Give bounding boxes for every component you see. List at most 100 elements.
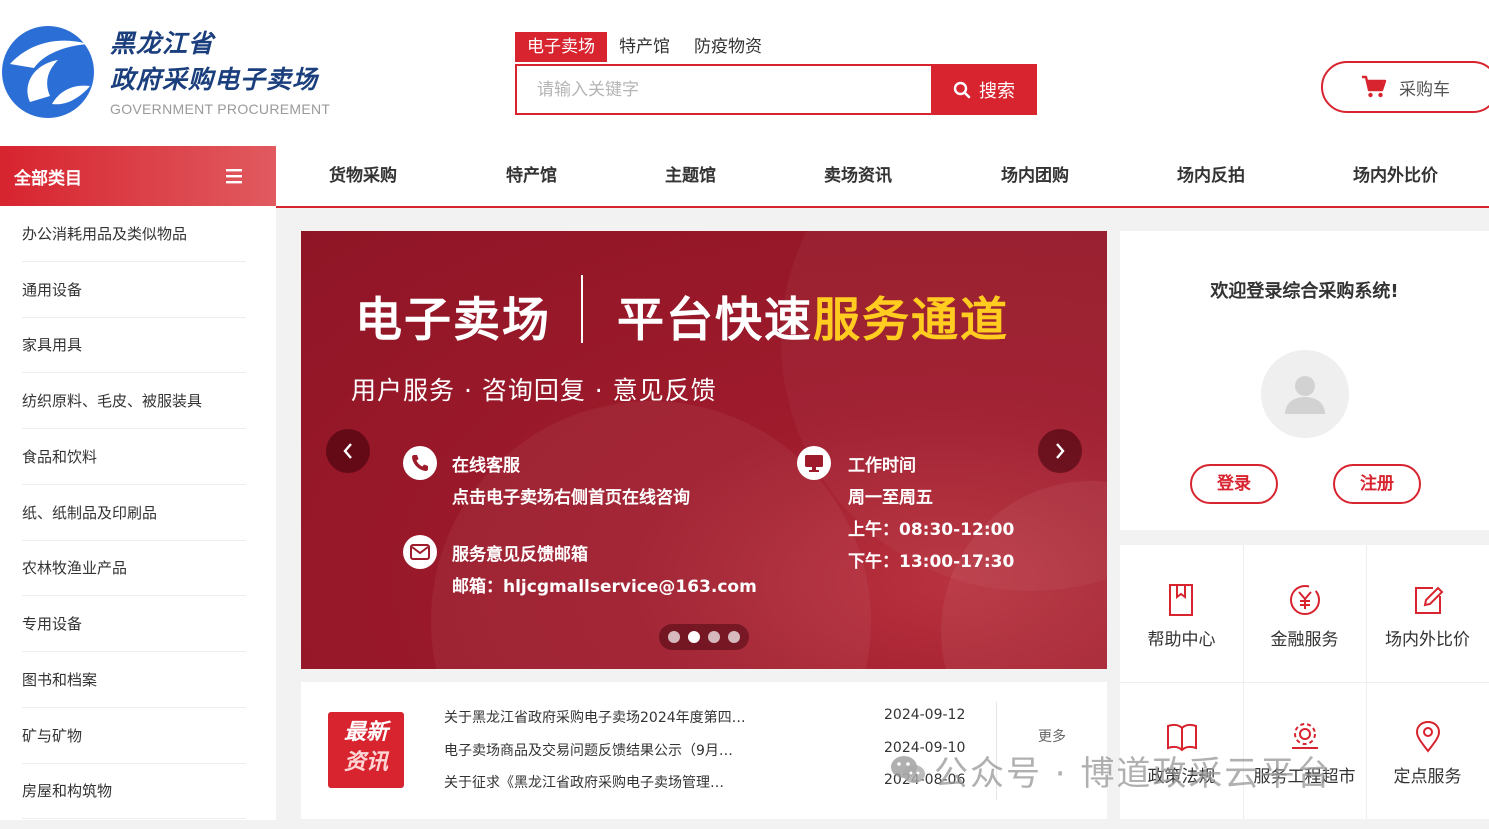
search-tab-epidemic[interactable]: 防疫物资 bbox=[682, 32, 774, 62]
nav-specialty[interactable]: 特产馆 bbox=[506, 146, 557, 206]
search-button-label: 搜索 bbox=[979, 80, 1015, 102]
news-link[interactable]: 关于征求《黑龙江省政府采购电子卖场管理… bbox=[444, 772, 756, 792]
all-categories-label: 全部类目 bbox=[14, 168, 82, 189]
phone-icon bbox=[403, 446, 437, 480]
service-help-center[interactable]: 帮助中心 bbox=[1120, 545, 1243, 682]
category-item[interactable]: 房屋和构筑物 bbox=[22, 763, 246, 819]
location-pin-icon bbox=[1415, 720, 1441, 753]
carousel-dot-active[interactable] bbox=[688, 631, 700, 643]
shopping-cart-icon bbox=[1362, 75, 1387, 98]
hours-pm: 下午：13:00-17:30 bbox=[848, 552, 1015, 572]
carousel-prev-button[interactable] bbox=[326, 429, 370, 473]
cart-button[interactable]: 采购车 bbox=[1321, 61, 1489, 113]
edit-icon bbox=[1415, 586, 1444, 614]
search-tab-mall[interactable]: 电子卖场 bbox=[515, 32, 607, 62]
avatar bbox=[1261, 350, 1349, 438]
services-grid: 帮助中心 金融服务 场内外比价 政策法规 服务工程超市 定点服务 bbox=[1120, 545, 1489, 819]
news-date: 2024-09-12 bbox=[884, 707, 966, 723]
banner-title-plain: 平台快速 bbox=[617, 293, 813, 348]
category-item[interactable]: 家具用具 bbox=[22, 317, 246, 373]
nav-group-buy[interactable]: 场内团购 bbox=[1001, 146, 1069, 206]
news-more-link[interactable]: 更多 bbox=[1038, 726, 1066, 746]
news-date: 2024-09-10 bbox=[884, 740, 966, 756]
banner-subtitle: 用户服务 · 咨询回复 · 意见反馈 bbox=[351, 376, 717, 405]
carousel-dot[interactable] bbox=[668, 631, 680, 643]
online-service-title: 在线客服 bbox=[452, 456, 520, 476]
news-badge: 最新 资讯 bbox=[328, 712, 404, 788]
login-welcome: 欢迎登录综合采购系统! bbox=[1210, 281, 1399, 302]
news-link[interactable]: 关于黑龙江省政府采购电子卖场2024年度第四批… bbox=[444, 707, 756, 727]
nav-mall-news[interactable]: 卖场资讯 bbox=[824, 146, 892, 206]
service-designated[interactable]: 定点服务 bbox=[1366, 682, 1489, 819]
feedback-title: 服务意见反馈邮箱 bbox=[452, 545, 588, 565]
service-policy[interactable]: 政策法规 bbox=[1120, 682, 1243, 819]
hours-days: 周一至周五 bbox=[848, 488, 933, 508]
hours-title: 工作时间 bbox=[848, 456, 916, 476]
banner-carousel[interactable]: 电子卖场 平台快速服务通道 用户服务 · 咨询回复 · 意见反馈 在线客服 点击… bbox=[301, 231, 1107, 669]
service-label: 政策法规 bbox=[1147, 767, 1216, 787]
search-tabs: 电子卖场 特产馆 防疫物资 bbox=[515, 32, 774, 62]
category-item[interactable]: 图书和档案 bbox=[22, 652, 246, 708]
banner-title-left: 电子卖场 bbox=[355, 293, 551, 348]
logo-title-line1: 黑龙江省 bbox=[110, 29, 215, 58]
all-categories-bar[interactable]: 全部类目 bbox=[0, 146, 276, 206]
cart-label: 采购车 bbox=[1399, 79, 1450, 100]
main-nav: 货物采购 特产馆 主题馆 卖场资讯 场内团购 场内反拍 场内外比价 bbox=[276, 146, 1489, 208]
carousel-dot[interactable] bbox=[728, 631, 740, 643]
news-date: 2024-08-06 bbox=[884, 772, 966, 788]
chevron-right-icon bbox=[1056, 443, 1065, 459]
chevron-left-icon bbox=[343, 443, 352, 459]
news-panel: 最新 资讯 关于黑龙江省政府采购电子卖场2024年度第四批… 2024-09-1… bbox=[301, 682, 1107, 819]
category-item[interactable]: 食品和饮料 bbox=[22, 429, 246, 485]
service-price-comparison[interactable]: 场内外比价 bbox=[1366, 545, 1489, 682]
category-list: 办公消耗用品及类似物品 通用设备 家具用具 纺织原料、毛皮、被服装具 食品和饮料… bbox=[0, 206, 276, 820]
logo-title-line2: 政府采购电子卖场 bbox=[110, 65, 319, 94]
search-input[interactable] bbox=[517, 66, 933, 113]
service-finance[interactable]: 金融服务 bbox=[1243, 545, 1366, 682]
register-button[interactable]: 注册 bbox=[1333, 464, 1421, 504]
category-item[interactable]: 农林牧渔业产品 bbox=[22, 540, 246, 596]
service-label: 帮助中心 bbox=[1147, 630, 1216, 650]
mail-icon bbox=[403, 535, 437, 569]
online-service-desc: 点击电子卖场右侧首页在线咨询 bbox=[452, 488, 690, 508]
nav-goods-procurement[interactable]: 货物采购 bbox=[329, 146, 397, 206]
menu-icon bbox=[226, 169, 242, 184]
nav-reverse-auction[interactable]: 场内反拍 bbox=[1177, 146, 1245, 206]
logo-subtitle: GOVERNMENT PROCUREMENT bbox=[110, 101, 331, 117]
banner-title-right: 平台快速服务通道 bbox=[617, 281, 1009, 350]
banner-title-highlight: 服务通道 bbox=[813, 293, 1009, 348]
book-icon bbox=[1167, 723, 1197, 752]
hours-am: 上午：08:30-12:00 bbox=[848, 520, 1015, 540]
carousel-indicators bbox=[659, 624, 749, 650]
login-panel: 欢迎登录综合采购系统! 登录 注册 bbox=[1120, 231, 1489, 530]
news-divider bbox=[996, 702, 997, 800]
user-icon bbox=[1285, 376, 1325, 414]
category-item[interactable]: 专用设备 bbox=[22, 596, 246, 652]
search-icon bbox=[953, 81, 971, 98]
logo-emblem-icon[interactable] bbox=[0, 24, 96, 120]
news-link[interactable]: 电子卖场商品及交易问题反馈结果公示（9月… bbox=[444, 740, 756, 760]
category-item[interactable]: 矿与矿物 bbox=[22, 708, 246, 764]
service-label: 服务工程超市 bbox=[1253, 767, 1356, 787]
news-badge-line2: 资讯 bbox=[343, 750, 388, 775]
category-item[interactable]: 办公消耗用品及类似物品 bbox=[22, 206, 246, 262]
nav-price-comparison[interactable]: 场内外比价 bbox=[1353, 146, 1438, 206]
carousel-next-button[interactable] bbox=[1038, 429, 1082, 473]
service-engineering-market[interactable]: 服务工程超市 bbox=[1243, 682, 1366, 819]
service-label: 金融服务 bbox=[1270, 630, 1339, 650]
category-item[interactable]: 纺织原料、毛皮、被服装具 bbox=[22, 373, 246, 429]
bookmark-icon bbox=[1169, 584, 1193, 616]
search-button[interactable]: 搜索 bbox=[931, 64, 1037, 115]
monitor-icon bbox=[797, 446, 831, 480]
search-tab-specialty[interactable]: 特产馆 bbox=[607, 32, 682, 62]
carousel-dot[interactable] bbox=[708, 631, 720, 643]
login-button[interactable]: 登录 bbox=[1190, 464, 1278, 504]
category-item[interactable]: 纸、纸制品及印刷品 bbox=[22, 485, 246, 541]
site-header: 黑龙江省 政府采购电子卖场 GOVERNMENT PROCUREMENT 电子卖… bbox=[0, 0, 1489, 146]
news-badge-line1: 最新 bbox=[343, 720, 388, 745]
gear-icon bbox=[1292, 723, 1318, 749]
service-label: 场内外比价 bbox=[1385, 630, 1470, 650]
nav-theme[interactable]: 主题馆 bbox=[665, 146, 716, 206]
category-item[interactable]: 通用设备 bbox=[22, 262, 246, 318]
search-box bbox=[515, 64, 933, 115]
